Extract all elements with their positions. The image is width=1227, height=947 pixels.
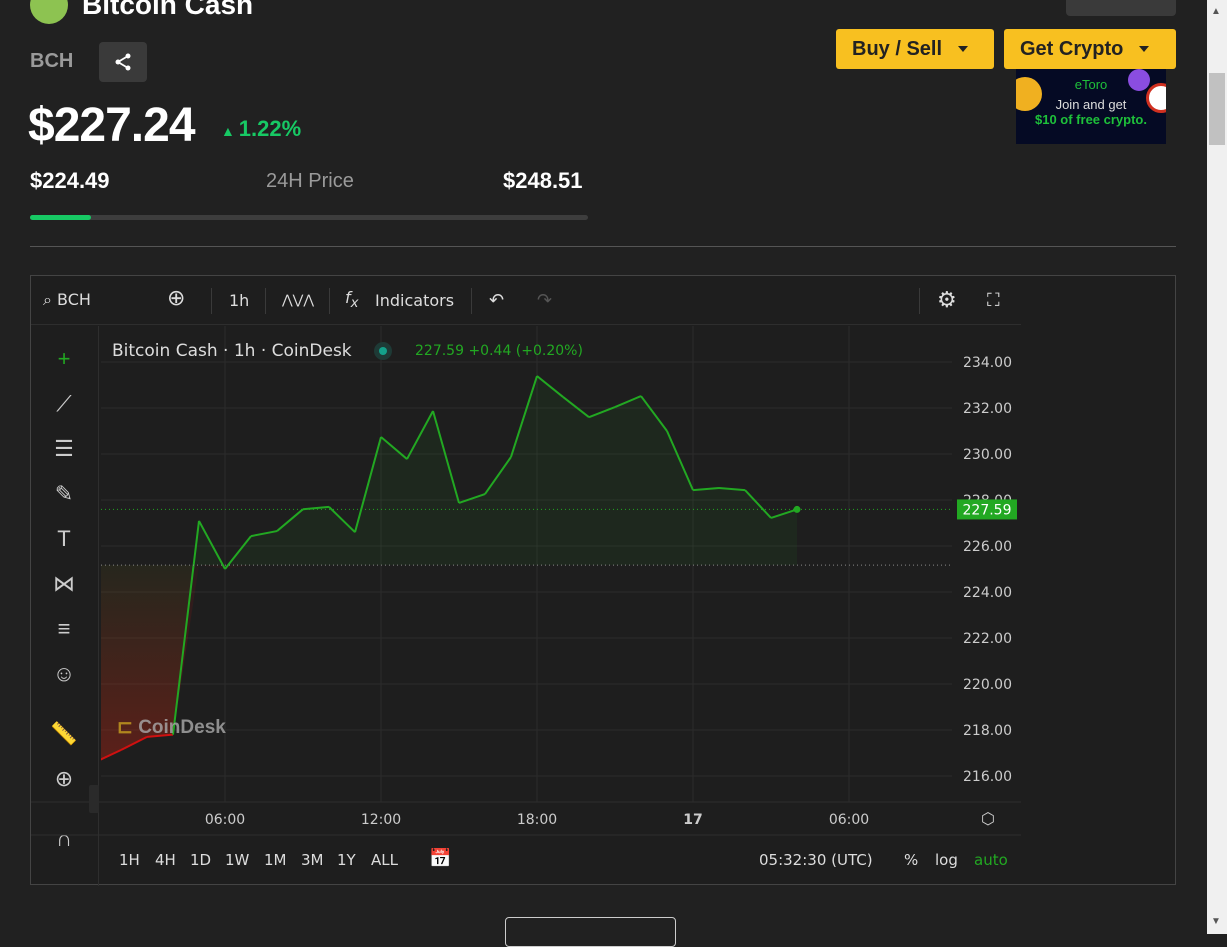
chart-legend-title: Bitcoin Cash · 1h · CoinDesk [112, 341, 352, 361]
range-1y[interactable]: 1Y [337, 851, 356, 869]
caret-down-icon [1139, 46, 1150, 52]
percent-scale-toggle[interactable]: % [904, 851, 918, 869]
y-tick-label: 222.00 [963, 631, 1012, 647]
y-tick-label: 216.00 [963, 769, 1012, 785]
log-scale-toggle[interactable]: log [935, 851, 958, 869]
caret-down-icon [958, 46, 969, 52]
x-tick-label: 06:00 [205, 812, 245, 828]
share-icon [115, 53, 131, 71]
range-1h[interactable]: 1H [119, 851, 140, 869]
live-status-icon [374, 342, 392, 360]
divider [30, 246, 1176, 247]
last-price-dot [793, 505, 801, 513]
top-button[interactable] [1066, 0, 1176, 16]
area-fill-up [101, 376, 797, 760]
24h-range-bar [30, 215, 588, 220]
bch-logo-icon [30, 0, 68, 24]
y-tick-label: 226.00 [963, 539, 1012, 555]
price-change: ▲ 1.22% [221, 116, 302, 141]
buy-sell-button[interactable]: Buy / Sell [836, 29, 994, 69]
y-tick-label: 234.00 [963, 355, 1012, 371]
symbol: BCH [30, 50, 74, 72]
scroll-down-icon[interactable]: ▼ [1211, 916, 1221, 927]
x-tick-label: 17 [683, 812, 702, 828]
get-crypto-button[interactable]: Get Crypto [1004, 29, 1176, 69]
scrollbar-thumb[interactable] [1209, 73, 1225, 145]
range-1d[interactable]: 1D [190, 851, 211, 869]
24h-range-fill [30, 215, 92, 220]
y-tick-label: 230.00 [963, 447, 1012, 463]
24h-low: $224.49 [30, 168, 110, 193]
current-price: $227.24 [28, 99, 196, 152]
range-1m[interactable]: 1M [264, 851, 287, 869]
range-bar: 1H 4H 1D 1W 1M 3M 1Y ALL 📅 05:32:30 (UTC… [99, 836, 1021, 886]
range-3m[interactable]: 3M [301, 851, 324, 869]
price-chart[interactable]: 234.00232.00230.00228.00226.00224.00222.… [31, 276, 1031, 886]
date-range-icon[interactable]: 📅 [429, 848, 451, 869]
y-tick-label: 224.00 [963, 585, 1012, 601]
y-tick-label: 220.00 [963, 677, 1012, 693]
x-tick-label: 18:00 [517, 812, 557, 828]
utc-clock[interactable]: 05:32:30 (UTC) [759, 851, 873, 869]
polygon-coin-icon [1128, 69, 1150, 91]
x-tick-label: 12:00 [361, 812, 401, 828]
24h-range-label: 24H Price [266, 170, 354, 192]
ad-line2: $10 of free crypto. [1035, 112, 1147, 127]
y-tick-label: 232.00 [963, 401, 1012, 417]
scroll-up-icon[interactable]: ▲ [1211, 6, 1221, 17]
time-axis-settings-icon: ⬡ [981, 811, 995, 828]
x-tick-label: 06:00 [829, 812, 869, 828]
range-all[interactable]: ALL [371, 851, 398, 869]
coin-title: Bitcoin Cash [30, 0, 253, 24]
range-1w[interactable]: 1W [225, 851, 249, 869]
series-group [101, 375, 798, 761]
chart-legend-values: 227.59 +0.44 (+0.20%) [415, 343, 583, 359]
share-chart-button[interactable] [505, 917, 676, 947]
last-price-tag-label: 227.59 [963, 502, 1012, 518]
chart-widget: ⌕ BCH ⊕ 1h ⋀⋁⋀ fx Indicators ↶ ↷ ⚙ ⛶ + ⟋… [30, 275, 1176, 886]
24h-high: $248.51 [503, 168, 583, 193]
auto-scale-toggle[interactable]: auto [974, 851, 1008, 869]
collapse-tools-button [89, 785, 99, 813]
y-tick-label: 218.00 [963, 723, 1012, 739]
coindesk-watermark: ⊏ CoinDesk [117, 717, 226, 738]
share-button[interactable] [99, 42, 147, 82]
etoro-ad[interactable]: eToro Join and get $10 of free crypto. [1016, 69, 1166, 144]
range-4h[interactable]: 4H [155, 851, 176, 869]
